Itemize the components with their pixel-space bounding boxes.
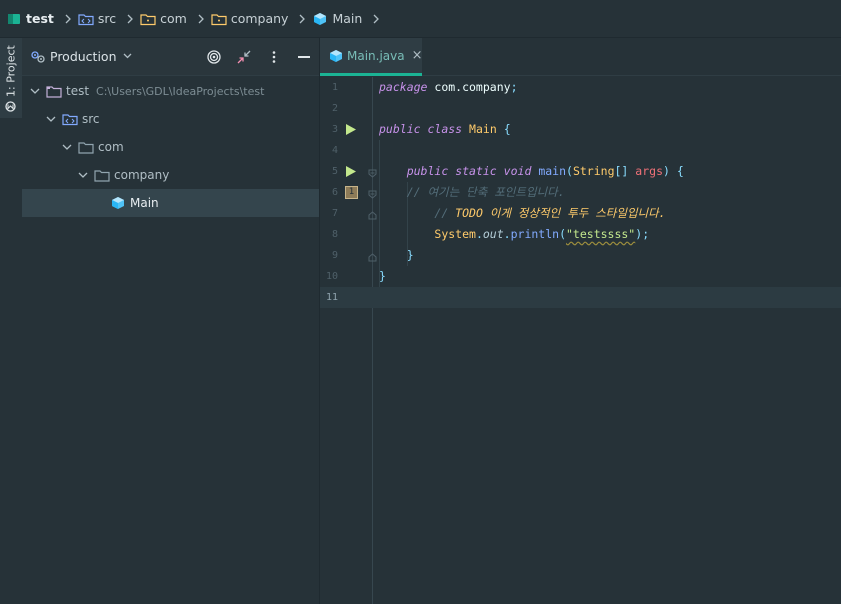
folder-icon (78, 139, 94, 155)
line-number: 9 (331, 250, 338, 261)
code-editor[interactable]: 1 package com.company; 2 3 public class … (320, 77, 841, 604)
run-icon[interactable] (345, 123, 358, 136)
tree-node-company[interactable]: company (22, 161, 319, 189)
breadcrumb-item-company[interactable]: company (211, 0, 289, 38)
code-line[interactable]: 8 System.out.println("testssss"); (320, 224, 841, 245)
chevron-down-icon[interactable] (44, 112, 58, 126)
code-line[interactable]: 2 (320, 98, 841, 119)
breadcrumb-item-src[interactable]: src (78, 0, 116, 38)
line-number: 10 (325, 271, 338, 282)
fold-icon[interactable] (368, 188, 377, 199)
fold-icon[interactable] (368, 251, 377, 262)
tree-node-main[interactable]: Main (22, 189, 319, 217)
fold-icon[interactable] (368, 209, 377, 220)
source-folder-icon (78, 11, 94, 27)
line-number: 2 (331, 103, 338, 114)
bookmark-icon[interactable]: 1 (345, 186, 358, 199)
breadcrumb-label: src (97, 11, 117, 26)
fold-icon[interactable] (368, 167, 377, 178)
chevron-right-icon (126, 14, 134, 24)
project-tool-window-tab[interactable]: 1: Project (0, 38, 22, 118)
source-folder-icon (62, 111, 78, 127)
code-text: // TODO 이게 정상적인 투두 스타일입니다. (434, 206, 666, 220)
chevron-down-icon[interactable] (28, 84, 42, 98)
folder-icon (94, 167, 110, 183)
chevron-right-icon (197, 14, 205, 24)
line-number: 3 (331, 124, 338, 135)
chevron-right-icon (298, 14, 306, 24)
breadcrumb-item-com[interactable]: com (140, 0, 187, 38)
breadcrumb-item-test[interactable]: test (6, 0, 54, 38)
package-folder-icon (140, 11, 156, 27)
code-text: public class Main { (379, 122, 511, 136)
line-number: 8 (331, 229, 338, 240)
tree-node-com[interactable]: com (22, 133, 319, 161)
project-tool-icon (5, 101, 17, 112)
line-number: 6 (331, 187, 338, 198)
code-text: // 여기는 단축 포인트입니다. (406, 185, 565, 199)
tab-main-java[interactable]: Main.java × (320, 38, 423, 76)
tree-node-label: com (98, 140, 124, 154)
panel-toolbar (199, 43, 319, 71)
tree-node-src[interactable]: src (22, 105, 319, 133)
line-number: 4 (331, 145, 338, 156)
code-line[interactable]: 7 // TODO 이게 정상적인 투두 스타일입니다. (320, 203, 841, 224)
tree-node-label: src (82, 112, 100, 126)
project-panel: Production test C:\Users\GDL\IdeaProject… (22, 38, 319, 604)
breadcrumb-label: com (160, 11, 187, 26)
editor-tab-bar: Main.java × (320, 38, 841, 76)
line-number: 11 (325, 292, 338, 303)
collapse-all-icon[interactable] (229, 43, 259, 71)
code-line[interactable]: 4 (320, 140, 841, 161)
chevron-down-icon[interactable] (60, 140, 74, 154)
code-line[interactable]: 9 } (320, 245, 841, 266)
close-icon[interactable]: × (412, 48, 423, 63)
project-tree: test C:\Users\GDL\IdeaProjects\test src … (22, 77, 319, 217)
code-line[interactable]: 3 public class Main { (320, 119, 841, 140)
more-options-icon[interactable] (259, 43, 289, 71)
breadcrumb-label: test (26, 11, 54, 26)
breadcrumb-item-main[interactable]: Main (312, 0, 362, 38)
java-class-icon (312, 11, 328, 27)
java-class-icon (110, 195, 126, 211)
line-number: 5 (331, 166, 338, 177)
code-line[interactable]: 10 } (320, 266, 841, 287)
code-line[interactable]: 1 package com.company; (320, 77, 841, 98)
left-tool-strip: 1: Project (0, 38, 22, 604)
package-folder-icon (211, 11, 227, 27)
project-tab-label: 1: Project (3, 44, 19, 112)
line-number: 1 (331, 82, 338, 93)
chevron-right-icon (64, 14, 72, 24)
module-path: C:\Users\GDL\IdeaProjects\test (96, 84, 265, 98)
scope-icon (30, 50, 46, 64)
tree-node-test[interactable]: test C:\Users\GDL\IdeaProjects\test (22, 77, 319, 105)
chevron-down-icon[interactable] (76, 168, 90, 182)
view-mode-selector[interactable]: Production (50, 49, 117, 64)
code-line[interactable]: 6 1 // 여기는 단축 포인트입니다. (320, 182, 841, 203)
chevron-right-icon (372, 14, 380, 24)
code-line[interactable]: 5 public static void main(String[] args)… (320, 161, 841, 182)
navigation-breadcrumb: test src com company Main (0, 0, 841, 38)
tree-node-label: company (114, 168, 170, 182)
project-folder-icon (6, 11, 22, 27)
tree-node-label: test (66, 84, 90, 98)
breadcrumb-label: company (230, 11, 289, 26)
code-text: public static void main(String[] args) { (406, 164, 684, 178)
chevron-down-icon[interactable] (123, 51, 132, 62)
code-text: } (406, 248, 414, 262)
minimize-icon[interactable] (289, 43, 319, 71)
code-text: } (379, 269, 386, 283)
project-panel-header: Production (22, 38, 319, 76)
module-folder-icon (46, 83, 62, 99)
breadcrumb-label: Main (332, 11, 363, 26)
tab-label: Main.java (347, 48, 405, 63)
code-text: System.out.println("testssss"); (434, 227, 650, 241)
locate-file-icon[interactable] (199, 43, 229, 71)
run-icon[interactable] (345, 165, 358, 178)
tree-node-label: Main (130, 196, 159, 210)
line-number: 7 (331, 208, 338, 219)
code-line-current[interactable]: 11 (320, 287, 841, 308)
java-class-icon (329, 49, 343, 63)
code-text: package com.company; (379, 80, 518, 94)
